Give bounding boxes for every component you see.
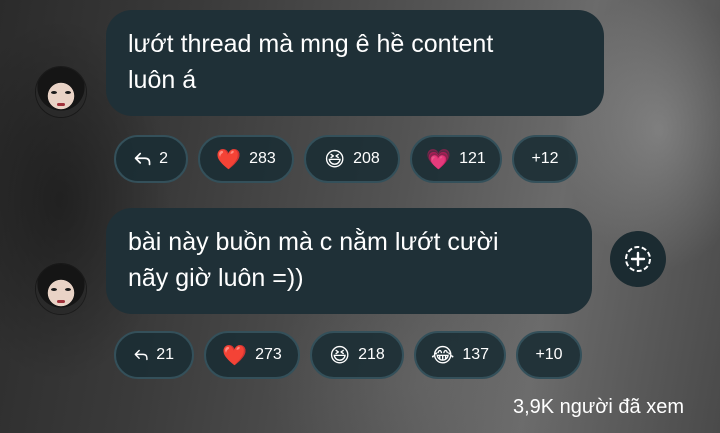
views-count: 3,9K người đã xem bbox=[512, 396, 684, 418]
reaction-chip-heart[interactable]: ❤️ 273 bbox=[204, 331, 300, 379]
reaction-count: 137 bbox=[462, 346, 490, 363]
comment-bubble[interactable]: bài này buồn mà c nằm lướt cười nãy giờ … bbox=[106, 208, 592, 314]
avatar[interactable] bbox=[36, 264, 86, 314]
red-heart-icon: ❤️ bbox=[222, 343, 248, 367]
more-reactions-count: +10 bbox=[535, 346, 563, 363]
comment-text-line: lướt thread mà mng ê hề content bbox=[128, 30, 494, 58]
reply-count: 21 bbox=[156, 346, 174, 363]
comment-text-line: luôn á bbox=[128, 66, 197, 94]
reaction-row: 2 ❤️ 283 😆 208 💗 121 +12 bbox=[114, 135, 578, 183]
more-reactions-button[interactable]: +12 bbox=[512, 135, 578, 183]
avatar[interactable] bbox=[36, 67, 86, 117]
comment-text-line: nãy giờ luôn =)) bbox=[128, 264, 304, 292]
reply-arrow-icon bbox=[134, 152, 151, 166]
reaction-row: 21 ❤️ 273 😆 218 😂 137 +10 bbox=[114, 331, 582, 379]
grinning-squinting-face-icon: 😆 bbox=[324, 147, 346, 171]
reaction-chip-laugh[interactable]: 😆 218 bbox=[310, 331, 404, 379]
reply-button[interactable]: 21 bbox=[114, 331, 194, 379]
reply-button[interactable]: 2 bbox=[114, 135, 188, 183]
comment-bubble[interactable]: lướt thread mà mng ê hề content luôn á bbox=[106, 10, 604, 116]
grinning-squinting-face-icon: 😆 bbox=[329, 343, 351, 367]
reply-arrow-icon bbox=[134, 349, 148, 361]
more-reactions-count: +12 bbox=[531, 150, 559, 167]
reaction-count: 121 bbox=[459, 150, 486, 167]
reaction-chip-laugh[interactable]: 😆 208 bbox=[304, 135, 400, 183]
comment-text-line: bài này buồn mà c nằm lướt cười bbox=[128, 228, 499, 256]
reply-count: 2 bbox=[159, 150, 168, 167]
reaction-count: 208 bbox=[353, 150, 380, 167]
tears-of-joy-face-icon: 😂 bbox=[430, 343, 455, 367]
reaction-chip-pink-heart[interactable]: 💗 121 bbox=[410, 135, 502, 183]
reaction-count: 273 bbox=[255, 346, 282, 363]
reaction-count: 218 bbox=[358, 346, 385, 363]
add-reaction-icon bbox=[625, 246, 651, 272]
red-heart-icon: ❤️ bbox=[216, 147, 242, 171]
reaction-chip-tears-of-joy[interactable]: 😂 137 bbox=[414, 331, 506, 379]
add-reaction-button[interactable] bbox=[610, 231, 666, 287]
more-reactions-button[interactable]: +10 bbox=[516, 331, 582, 379]
pink-heart-icon: 💗 bbox=[426, 147, 452, 171]
reaction-count: 283 bbox=[249, 150, 276, 167]
reaction-chip-heart[interactable]: ❤️ 283 bbox=[198, 135, 294, 183]
